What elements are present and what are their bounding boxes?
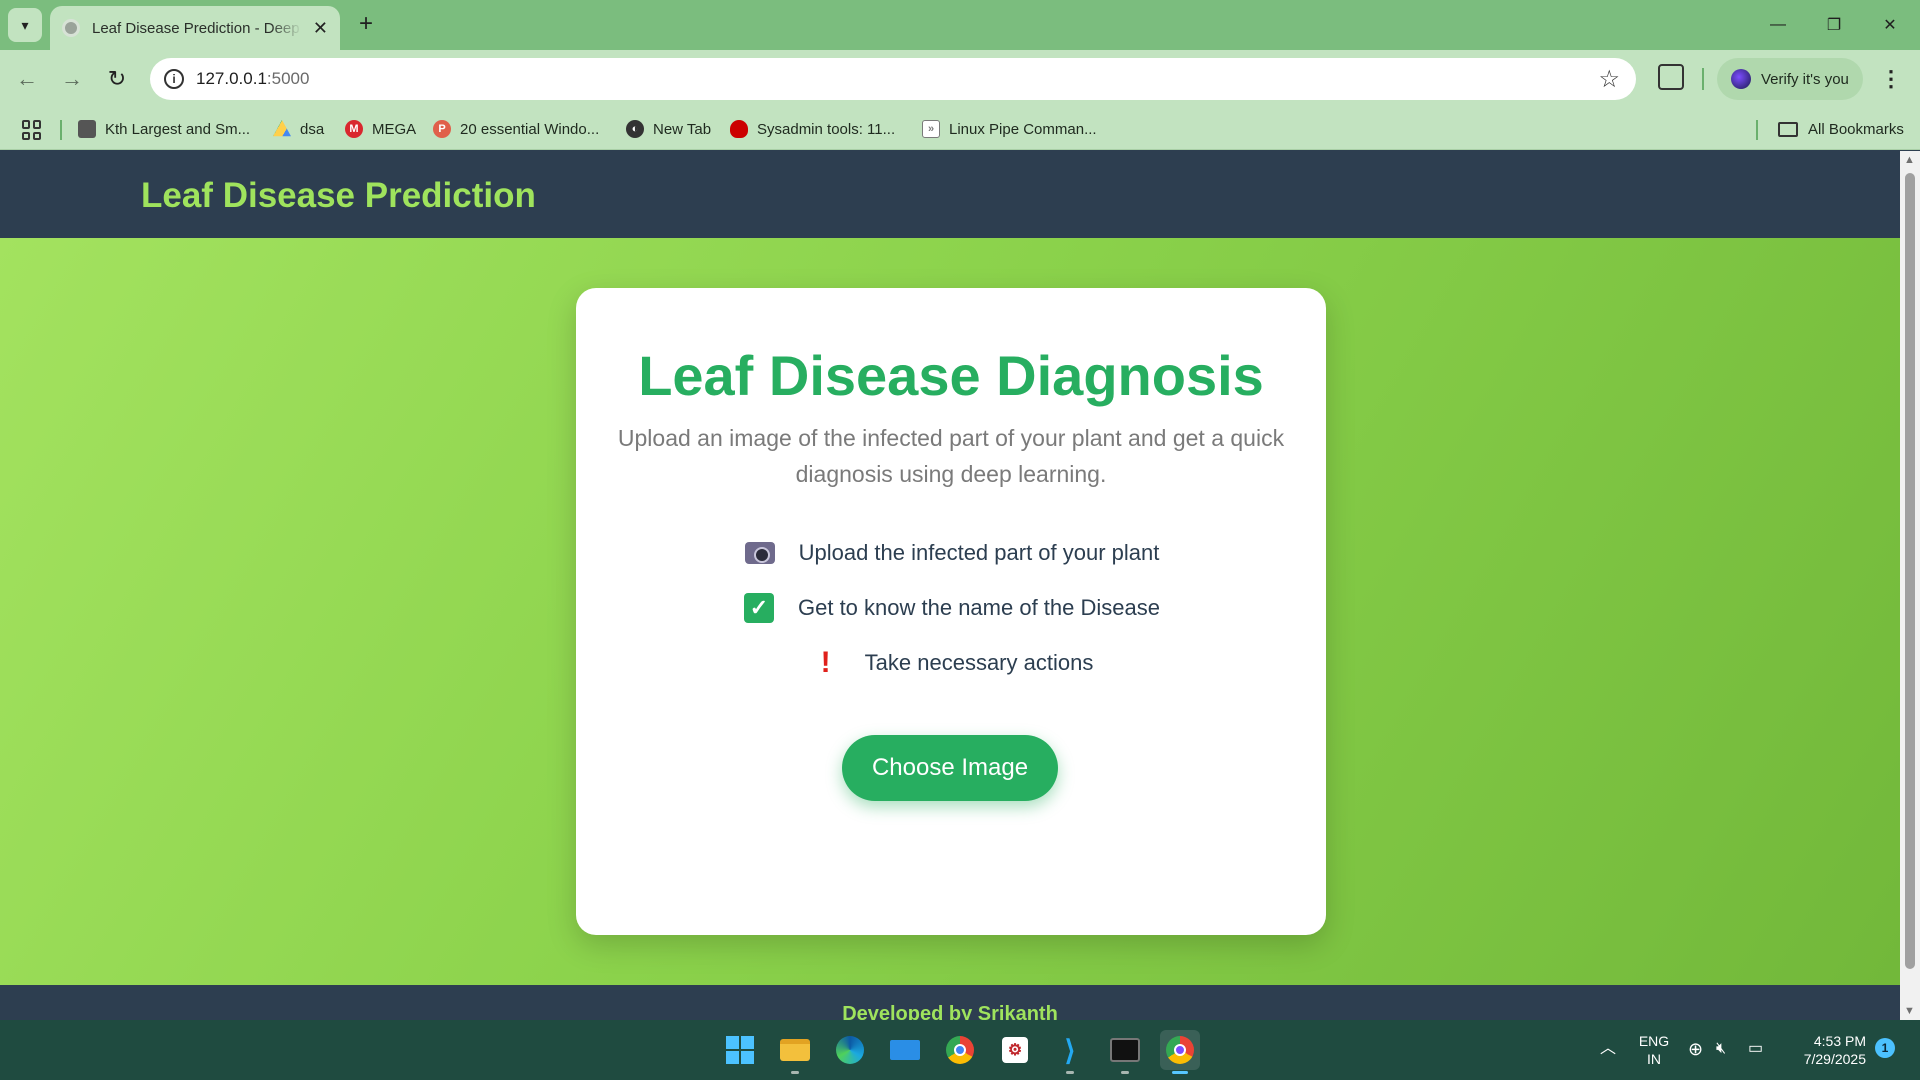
check-box-icon: ✓ <box>742 593 776 623</box>
bookmark-item[interactable]: M MEGA <box>345 118 416 140</box>
feature-text: Get to know the name of the Disease <box>798 595 1160 620</box>
bookmark-item[interactable]: P 20 essential Windo... <box>433 118 599 140</box>
card-subtitle: Upload an image of the infected part of … <box>617 425 1285 487</box>
bookmark-label: New Tab <box>653 120 712 138</box>
bookmarks-divider <box>60 120 62 140</box>
all-bookmarks-button[interactable]: All Bookmarks <box>1778 118 1904 140</box>
url-host: 127.0.0.1 <box>196 69 267 88</box>
choose-image-button[interactable]: Choose Image <box>842 735 1058 801</box>
bookmarks-bar: Kth Largest and Sm... dsa M MEGA P 20 es… <box>0 108 1920 150</box>
feature-item: ✓ Get to know the name of the Disease <box>576 588 1326 628</box>
scroll-up-icon[interactable]: ▲ <box>1904 154 1915 166</box>
file-explorer-icon[interactable] <box>775 1030 815 1074</box>
vscode-icon[interactable]: ⟩ <box>1050 1030 1090 1074</box>
bookmark-star-icon[interactable]: ☆ <box>1598 65 1620 94</box>
card-title: Leaf Disease Diagnosis <box>638 344 1264 407</box>
apps-grid-icon[interactable] <box>22 120 42 140</box>
lang-bottom: IN <box>1647 1051 1661 1067</box>
reload-icon[interactable]: ↻ <box>102 64 132 94</box>
tab-favicon-icon <box>62 19 80 37</box>
chrome-icon[interactable] <box>940 1030 980 1070</box>
bookmark-label: MEGA <box>372 120 417 138</box>
all-bookmarks-label: All Bookmarks <box>1808 120 1904 138</box>
close-window-icon[interactable]: ✕ <box>1870 10 1910 40</box>
hero-section: Leaf Disease Diagnosis Upload an image o… <box>0 238 1900 985</box>
exclamation-icon: ! <box>820 646 831 679</box>
windows-taskbar: ⚙ ⟩ ︿ ENG IN ⊕ 🔇︎ ▭ 4:53 PM 7/29/2025 1 <box>0 1020 1920 1080</box>
volume-muted-icon[interactable]: 🔇︎ <box>1716 1040 1726 1058</box>
chevron-down-icon: ▾ <box>21 16 29 33</box>
browser-tab-active[interactable]: Leaf Disease Prediction - Deep L ✕ <box>50 6 340 50</box>
diagnosis-card: Leaf Disease Diagnosis Upload an image o… <box>576 288 1326 935</box>
tray-chevron-up-icon[interactable]: ︿ <box>1600 1040 1616 1058</box>
new-tab-button[interactable]: + <box>352 10 380 38</box>
url-port: :5000 <box>266 69 310 88</box>
language-indicator[interactable]: ENG IN <box>1636 1032 1672 1068</box>
address-bar[interactable]: i 127.0.0.1:5000 ☆ <box>150 58 1636 100</box>
windows-start-icon[interactable] <box>720 1030 760 1070</box>
bookmark-item[interactable]: ◐ New Tab <box>626 118 711 140</box>
lang-top: ENG <box>1638 1033 1670 1049</box>
page-scrollbar[interactable]: ▲ ▼ <box>1900 151 1920 1020</box>
restore-window-icon[interactable]: ❐ <box>1814 10 1854 40</box>
bookmark-item[interactable]: dsa <box>273 118 324 140</box>
browser-toolbar: ← → ↻ i 127.0.0.1:5000 ☆ Verify it's you… <box>0 50 1920 108</box>
bookmark-label: 20 essential Windo... <box>460 120 600 138</box>
tab-close-icon[interactable]: ✕ <box>313 18 328 39</box>
toolbar-divider <box>1702 68 1704 90</box>
globe-icon: ◐ <box>626 120 644 138</box>
tab-search-button[interactable]: ▾ <box>8 8 42 42</box>
feature-text: Upload the infected part of your plant <box>798 540 1160 565</box>
notification-badge[interactable]: 1 <box>1875 1038 1895 1058</box>
tab-title: Leaf Disease Prediction - Deep L <box>92 19 302 37</box>
bookmarks-divider <box>1756 120 1758 140</box>
browser-tab-strip: ▾ Leaf Disease Prediction - Deep L ✕ + —… <box>0 0 1920 50</box>
site-favicon-icon: » <box>922 120 940 138</box>
scrollbar-thumb[interactable] <box>1905 173 1915 969</box>
minimize-window-icon[interactable]: — <box>1758 10 1798 40</box>
mail-icon[interactable] <box>885 1030 925 1070</box>
site-favicon-icon: P <box>433 120 451 138</box>
battery-icon[interactable]: ▭ <box>1748 1040 1763 1058</box>
bookmark-label: Linux Pipe Comman... <box>949 120 1097 138</box>
mega-icon: M <box>345 120 363 138</box>
profile-verify-button[interactable]: Verify it's you <box>1717 58 1863 100</box>
bookmark-item[interactable]: » Linux Pipe Comman... <box>922 118 1097 140</box>
feature-text: Take necessary actions <box>864 650 1094 675</box>
camera-icon <box>743 538 777 568</box>
footer-credit: Developed by Srikanth <box>842 1003 1058 1020</box>
feature-item: ! Take necessary actions <box>576 643 1326 683</box>
google-drive-icon <box>273 120 291 137</box>
bookmark-item[interactable]: Sysadmin tools: 11... <box>730 118 895 140</box>
bookmark-label: Sysadmin tools: 11... <box>757 120 896 138</box>
site-info-icon[interactable]: i <box>164 69 184 89</box>
url-text[interactable]: 127.0.0.1:5000 <box>196 69 309 89</box>
scroll-down-icon[interactable]: ▼ <box>1904 1005 1915 1017</box>
network-icon[interactable]: ⊕ <box>1688 1040 1703 1058</box>
back-arrow-icon[interactable]: ← <box>12 64 42 94</box>
verify-label: Verify it's you <box>1761 70 1849 88</box>
web-page: Leaf Disease Prediction Leaf Disease Dia… <box>0 151 1900 1020</box>
site-title: Leaf Disease Prediction <box>141 176 536 215</box>
extensions-icon[interactable] <box>1658 64 1684 90</box>
clock[interactable]: 4:53 PM 7/29/2025 <box>1786 1032 1866 1068</box>
forward-arrow-icon[interactable]: → <box>57 64 87 94</box>
feature-item: Upload the infected part of your plant <box>576 533 1326 573</box>
folder-icon <box>1778 121 1798 137</box>
bookmark-favicon-icon <box>78 120 96 138</box>
site-footer: Developed by Srikanth <box>0 985 1900 1020</box>
edge-browser-icon[interactable] <box>830 1030 870 1070</box>
clock-time: 4:53 PM <box>1813 1033 1866 1049</box>
site-header: Leaf Disease Prediction <box>0 151 1900 238</box>
redhat-icon <box>730 120 748 138</box>
chrome-profile-icon[interactable] <box>1160 1030 1200 1074</box>
bookmark-label: dsa <box>300 120 325 138</box>
bookmark-label: Kth Largest and Sm... <box>105 120 251 138</box>
menu-kebab-icon[interactable]: ⋮ <box>1880 66 1902 92</box>
clock-date: 7/29/2025 <box>1803 1051 1866 1067</box>
app-icon[interactable]: ⚙ <box>995 1030 1035 1070</box>
terminal-icon[interactable] <box>1105 1030 1145 1074</box>
profile-avatar <box>1731 69 1751 89</box>
bookmark-item[interactable]: Kth Largest and Sm... <box>78 118 250 140</box>
